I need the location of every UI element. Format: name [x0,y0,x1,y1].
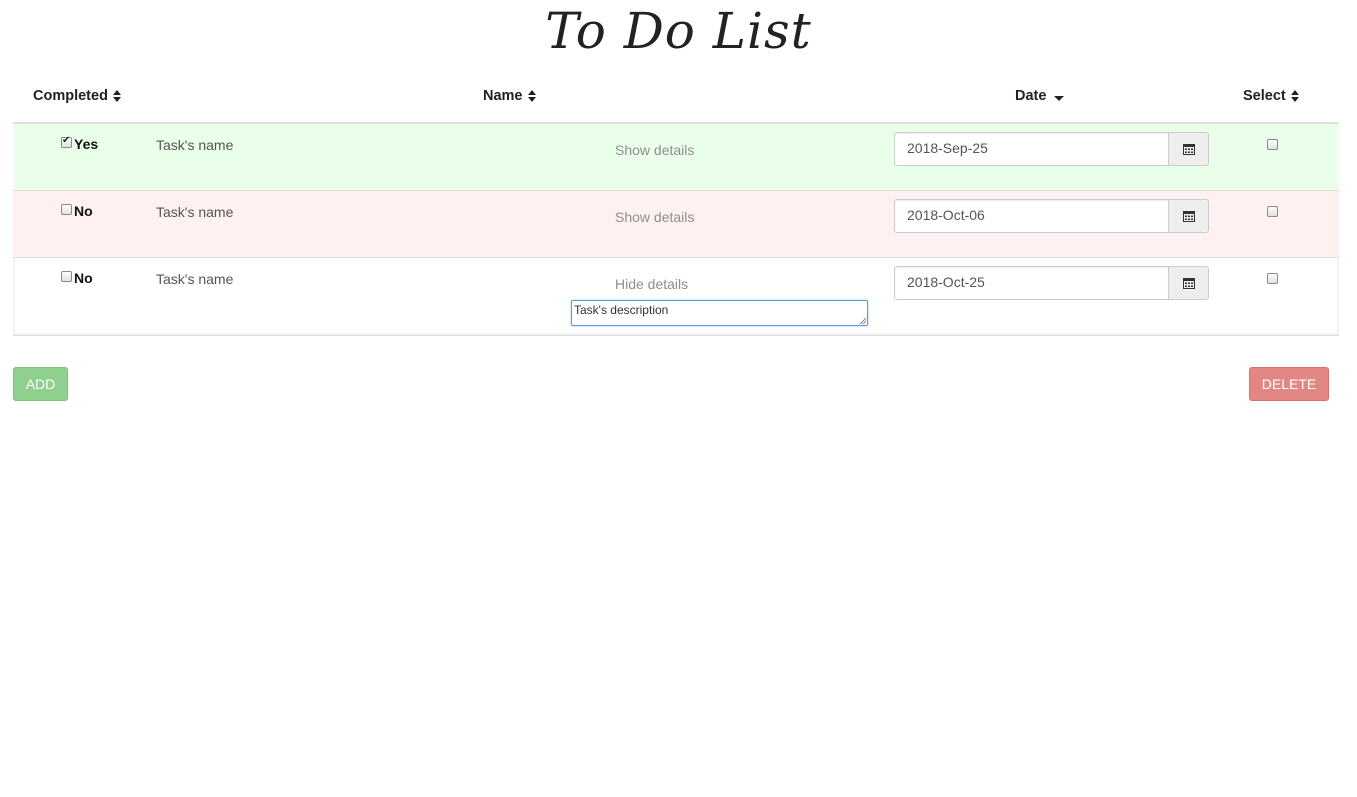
table-row: No Task's name Hide details 2018-Oct-25 … [13,258,1339,336]
column-header-select[interactable]: Select [1243,88,1300,104]
column-header-select-label: Select [1243,88,1286,104]
sort-icon [112,89,122,103]
column-header-name[interactable]: Name [483,88,537,104]
column-header-date-label: Date [1015,88,1047,104]
completed-cell: Yes [61,135,99,152]
task-description-textarea[interactable]: Task's description [571,300,868,326]
table-row: Yes Task's name Show details 2018-Sep-25 [13,124,1339,191]
toggle-details-link[interactable]: Hide details [615,276,688,292]
page-title: To Do List [545,2,812,60]
date-picker: 2018-Sep-25 [894,132,1209,166]
calendar-icon [1182,144,1195,155]
add-button[interactable]: ADD [13,367,68,401]
calendar-button[interactable] [1169,199,1209,233]
completed-checkbox[interactable] [61,135,72,148]
delete-button[interactable]: DELETE [1249,367,1329,401]
calendar-icon [1182,211,1195,222]
completed-cell: No [61,203,93,219]
task-name[interactable]: Task's name [156,137,233,153]
column-header-date[interactable]: Date [1015,88,1065,104]
task-name[interactable]: Task's name [156,271,233,287]
date-picker: 2018-Oct-06 [894,199,1209,233]
column-header-name-label: Name [483,88,523,104]
calendar-button[interactable] [1169,132,1209,166]
todo-table: Completed Name Date Select Yes Task's na… [13,78,1339,336]
completed-label: No [74,270,93,286]
select-checkbox[interactable] [1267,206,1278,217]
sort-icon [527,89,537,103]
column-header-completed-label: Completed [33,88,108,104]
date-picker: 2018-Oct-25 [894,266,1209,300]
table-row: No Task's name Show details 2018-Oct-06 [13,191,1339,258]
sort-icon [1290,89,1300,103]
task-name[interactable]: Task's name [156,204,233,220]
date-input[interactable]: 2018-Oct-25 [894,266,1169,300]
select-checkbox[interactable] [1267,273,1278,284]
completed-cell: No [61,270,93,286]
table-header: Completed Name Date Select [13,78,1339,124]
toggle-details-link[interactable]: Show details [615,209,694,225]
toggle-details-link[interactable]: Show details [615,142,694,158]
completed-label: No [74,203,93,219]
completed-checkbox[interactable] [61,203,72,215]
completed-checkbox[interactable] [61,270,72,282]
calendar-button[interactable] [1169,266,1209,300]
completed-label: Yes [74,136,99,152]
calendar-icon [1182,278,1195,289]
date-input[interactable]: 2018-Sep-25 [894,132,1169,166]
caret-down-icon [1054,95,1065,101]
select-checkbox[interactable] [1267,139,1278,150]
column-header-completed[interactable]: Completed [33,88,122,104]
date-input[interactable]: 2018-Oct-06 [894,199,1169,233]
